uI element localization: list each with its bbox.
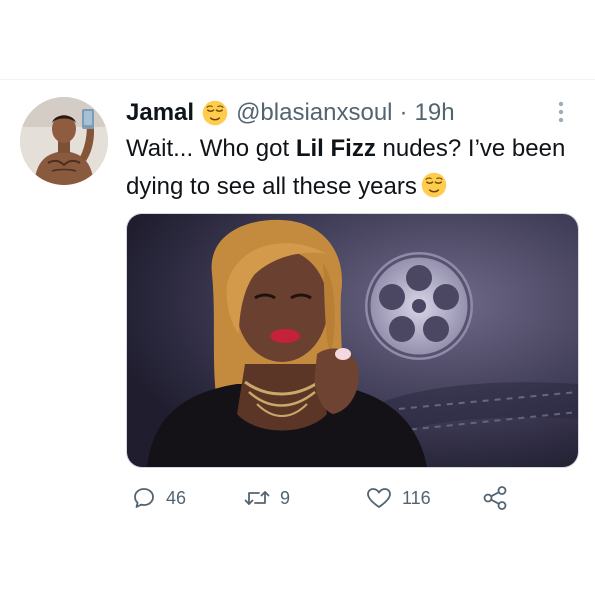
tweet-text-part1: Wait... Who got	[126, 135, 296, 162]
avatar-image	[20, 97, 108, 185]
tweet-timestamp[interactable]: 19h	[415, 98, 455, 128]
tweet-header: Jamal @blasianxsoul · 19h	[126, 98, 455, 128]
display-name[interactable]: Jamal	[126, 98, 194, 128]
retweet-count: 9	[280, 487, 291, 508]
heart-icon	[367, 488, 391, 508]
author-handle[interactable]: @blasianxsoul	[236, 98, 392, 128]
more-options-icon[interactable]	[551, 96, 571, 128]
relieved-face-icon	[202, 100, 228, 126]
like-count: 116	[402, 487, 431, 508]
separator-dot: ·	[399, 99, 408, 126]
film-reel-icon	[365, 252, 473, 360]
tweet-text-bold: Lil Fizz	[295, 135, 376, 162]
share-icon	[483, 486, 507, 510]
reply-button[interactable]: 46	[132, 478, 186, 518]
action-bar: 46 9 116	[126, 478, 576, 518]
reply-count: 46	[166, 487, 187, 508]
media-scene	[127, 214, 578, 467]
like-button[interactable]: 116	[366, 478, 431, 518]
tweet[interactable]: Jamal @blasianxsoul · 19h Wait... Who go…	[0, 80, 595, 540]
retweet-icon	[244, 491, 270, 505]
tweet-text: Wait... Who got Lil Fizz nudes? I’ve bee…	[126, 130, 576, 206]
avatar[interactable]	[20, 97, 108, 185]
retweet-button[interactable]: 9	[244, 478, 290, 518]
reply-icon	[134, 488, 154, 508]
relieved-face-icon	[421, 172, 447, 198]
tweet-page: Jamal @blasianxsoul · 19h Wait... Who go…	[0, 0, 595, 595]
tweet-media-image[interactable]	[126, 213, 579, 468]
share-button[interactable]	[482, 478, 508, 518]
